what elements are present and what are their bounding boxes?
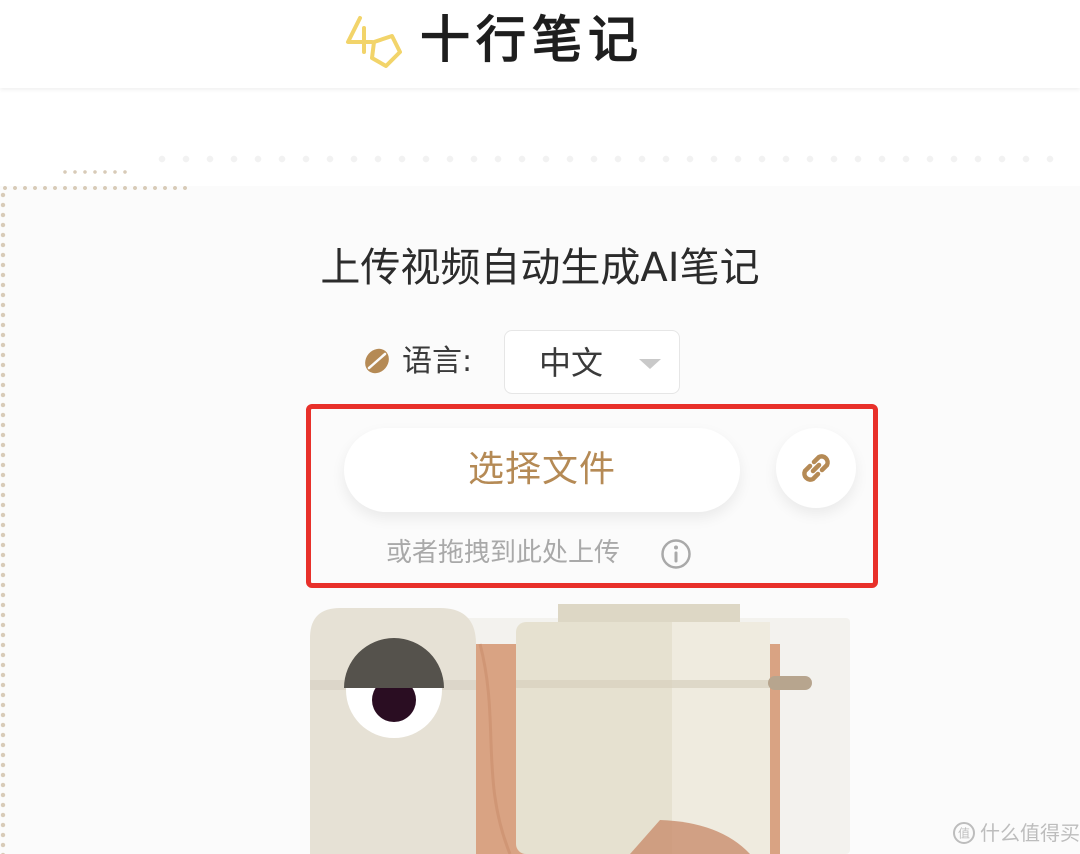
chevron-down-icon [639,359,661,369]
illustration-image [310,604,850,854]
page-title: 上传视频自动生成AI笔记 [320,245,760,291]
card-dotted-border-top [0,186,190,190]
language-label: 语言: [402,344,473,379]
svg-text:值: 值 [958,826,970,841]
language-select[interactable]: 中文 [504,330,680,394]
watermark-text: 什么值得买 [980,821,1080,845]
brand-logo-icon [346,16,402,68]
card-dotted-border-accent [60,170,130,174]
language-select-value: 中文 [539,344,604,382]
page: 十行笔记 上传视频自动生成AI笔记 语言: 中文 选择文件 或者拖拽到此处上传 [0,0,1080,854]
coffee-bean-icon [365,348,389,374]
watermark-logo-icon: 值 [953,822,975,844]
header: 十行笔记 [0,0,1080,88]
highlight-box [306,404,878,588]
decorative-dots [150,152,1070,166]
brand-name: 十行笔记 [420,10,644,69]
